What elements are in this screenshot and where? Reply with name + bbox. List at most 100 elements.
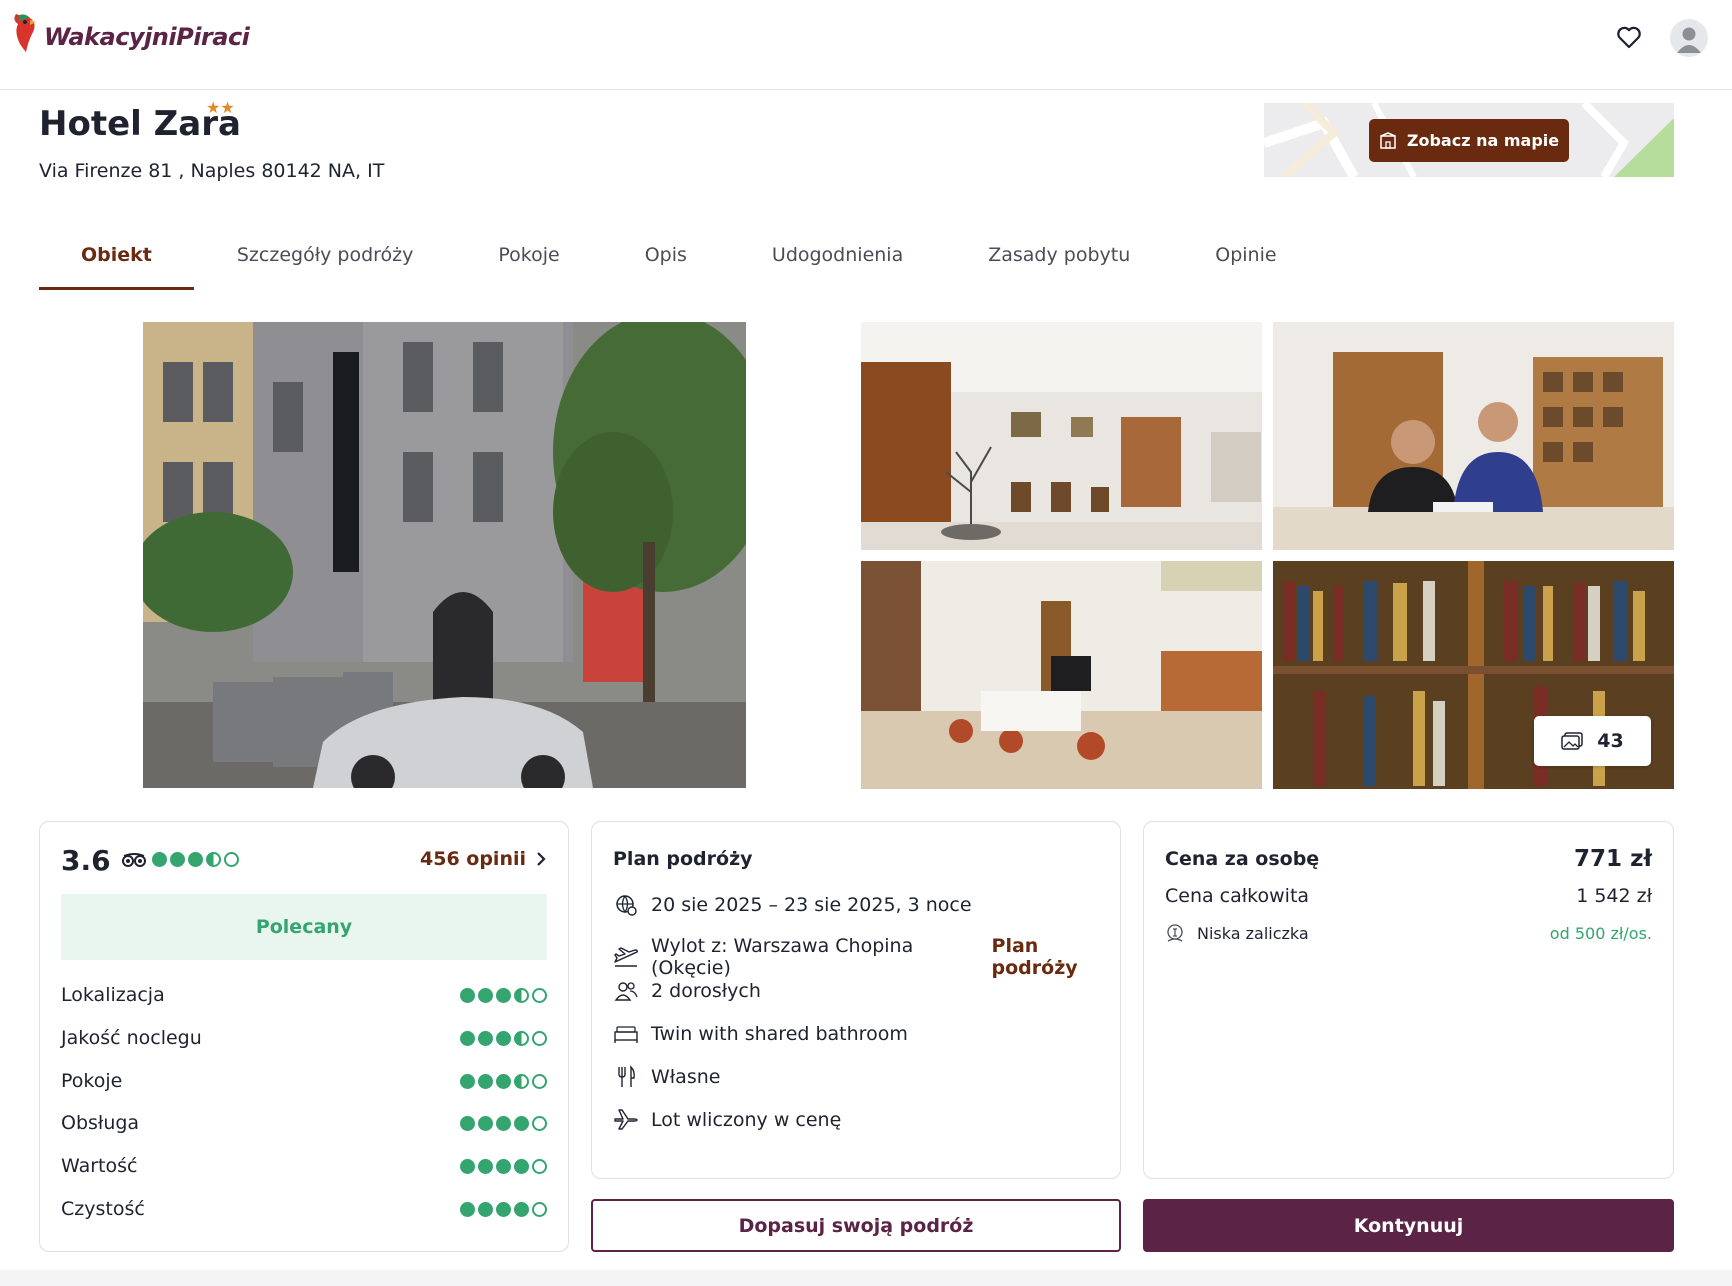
- plane-departure-icon: [613, 944, 639, 970]
- criterion-row: Czystość: [61, 1198, 547, 1220]
- tab-obiekt[interactable]: Obiekt: [39, 230, 194, 290]
- rating-bubble: [224, 852, 239, 867]
- criterion-label: Jakość noclegu: [61, 1027, 202, 1049]
- rating-bubble: [496, 1158, 511, 1174]
- users-icon: [613, 978, 639, 1004]
- price-card: Cena za osobę 771 zł Cena całkowita 1 54…: [1143, 821, 1674, 1179]
- rating-bubble: [496, 1030, 511, 1046]
- reception-photo[interactable]: [1273, 322, 1674, 550]
- deposit-row: Niska zaliczka od 500 zł/os.: [1165, 923, 1652, 943]
- tab-udogodnienia[interactable]: Udogodnienia: [772, 230, 903, 290]
- customize-trip-button[interactable]: Dopasuj swoją podróż: [591, 1199, 1121, 1252]
- see-on-map-label: Zobacz na mapie: [1406, 131, 1560, 150]
- rating-bubble: [514, 1201, 529, 1217]
- see-on-map-button[interactable]: Zobacz na mapie: [1369, 119, 1569, 162]
- rating-bubble: [532, 1201, 547, 1217]
- rating-bubble: [514, 1158, 529, 1174]
- rating-bubble: [460, 1030, 475, 1046]
- rating-bubble: [206, 852, 221, 867]
- overall-rating-bubbles: [152, 852, 239, 867]
- hotel-main-photo[interactable]: [143, 322, 746, 788]
- plan-board-row: Własne: [613, 1064, 720, 1090]
- criterion-rating-dots: [460, 1073, 547, 1089]
- rating-bubble: [532, 1158, 547, 1174]
- criterion-label: Pokoje: [61, 1070, 123, 1092]
- reviews-link[interactable]: 456 opinii: [420, 848, 546, 870]
- tab-opinie[interactable]: Opinie: [1215, 230, 1276, 290]
- criterion-row: Pokoje: [61, 1070, 547, 1092]
- coin-hand-icon: [1167, 924, 1183, 942]
- criterion-label: Obsługa: [61, 1112, 140, 1134]
- plan-flight: Lot wliczony w cenę: [651, 1109, 842, 1131]
- rating-bubble: [496, 1073, 511, 1089]
- deposit-label: Niska zaliczka: [1197, 923, 1309, 943]
- tab-zasady-pobytu[interactable]: Zasady pobytu: [988, 230, 1130, 290]
- price-per-person-value: 771 zł: [1574, 846, 1652, 872]
- tab-szczegoly-podrozy[interactable]: Szczegóły podróży: [237, 230, 414, 290]
- plan-guests: 2 dorosłych: [651, 980, 761, 1002]
- rating-bubble: [460, 1201, 475, 1217]
- section-tabs: Obiekt Szczegóły podróży Pokoje Opis Udo…: [39, 230, 1277, 290]
- photo-count: 43: [1597, 730, 1624, 752]
- criterion-rating-dots: [460, 1115, 547, 1131]
- hotel-address: Via Firenze 81 , Naples 80142 NA, IT: [39, 160, 385, 182]
- price-total-value: 1 542 zł: [1576, 885, 1652, 907]
- user-avatar-icon[interactable]: [1670, 19, 1708, 57]
- rating-bubble: [478, 1030, 493, 1046]
- rating-bubble: [514, 987, 529, 1003]
- tab-pokoje[interactable]: Pokoje: [498, 230, 559, 290]
- travel-plan-card: Plan podróży 20 sie 2025 – 23 sie 2025, …: [591, 821, 1121, 1179]
- favorites-heart-icon[interactable]: [1614, 22, 1644, 52]
- brand-logo[interactable]: WakacyjniPiraci: [10, 10, 250, 54]
- tab-opis[interactable]: Opis: [645, 230, 687, 290]
- price-per-person-label: Cena za osobę: [1165, 848, 1320, 870]
- gallery-icon: [1561, 732, 1584, 750]
- recommended-badge: Polecany: [61, 894, 547, 960]
- rating-card: 3.6 456 opinii Polecany Lokalizacja Jako…: [39, 821, 569, 1252]
- page-footer-band: [0, 1270, 1732, 1286]
- rating-bubble: [152, 852, 167, 867]
- rating-bubble: [478, 1158, 493, 1174]
- plan-details-link[interactable]: Plan podróży: [992, 935, 1120, 979]
- plan-flight-row: Lot wliczony w cenę: [613, 1107, 841, 1133]
- rating-bubble: [496, 1115, 511, 1131]
- continue-button[interactable]: Kontynuuj: [1143, 1199, 1674, 1252]
- criterion-rating-dots: [460, 1158, 547, 1174]
- rating-bubble: [514, 1073, 529, 1089]
- rating-bubble: [460, 1158, 475, 1174]
- rating-bubble: [460, 1073, 475, 1089]
- hotel-building-icon: [1380, 131, 1396, 149]
- plan-guests-row: 2 dorosłych: [613, 978, 761, 1004]
- price-total-label: Cena całkowita: [1165, 885, 1310, 907]
- rating-bubble: [496, 987, 511, 1003]
- deposit-value: od 500 zł/os.: [1549, 923, 1652, 943]
- rating-bubble: [170, 852, 185, 867]
- criterion-row: Jakość noclegu: [61, 1027, 547, 1049]
- overall-rating-score: 3.6: [61, 844, 111, 877]
- criterion-row: Lokalizacja: [61, 984, 547, 1006]
- rating-bubble: [478, 1201, 493, 1217]
- rating-bubble: [460, 1115, 475, 1131]
- rating-bubble: [478, 1115, 493, 1131]
- calendar-globe-icon: [613, 892, 639, 918]
- cutlery-icon: [613, 1064, 639, 1090]
- rating-bubble: [514, 1030, 529, 1046]
- chevron-right-icon: [537, 852, 546, 866]
- price-total-row: Cena całkowita 1 542 zł: [1165, 885, 1652, 907]
- criterion-rating-dots: [460, 1030, 547, 1046]
- lobby-photo[interactable]: [861, 322, 1262, 550]
- plan-board: Własne: [651, 1066, 721, 1088]
- reviews-count-label: 456 opinii: [420, 848, 526, 870]
- criterion-label: Lokalizacja: [61, 984, 165, 1006]
- criterion-label: Wartość: [61, 1155, 138, 1177]
- plan-room: Twin with shared bathroom: [651, 1023, 908, 1045]
- breakfast-room-photo[interactable]: [861, 561, 1262, 789]
- rating-bubble: [532, 1030, 547, 1046]
- rating-bubble: [478, 987, 493, 1003]
- plan-departure-row: Wylot z: Warszawa Chopina (Okęcie) Plan …: [613, 935, 1120, 979]
- criterion-rating-dots: [460, 1201, 547, 1217]
- criterion-label: Czystość: [61, 1198, 145, 1220]
- plan-dates: 20 sie 2025 – 23 sie 2025, 3 noce: [651, 894, 972, 916]
- plan-title: Plan podróży: [613, 848, 753, 870]
- all-photos-button[interactable]: 43: [1534, 716, 1651, 766]
